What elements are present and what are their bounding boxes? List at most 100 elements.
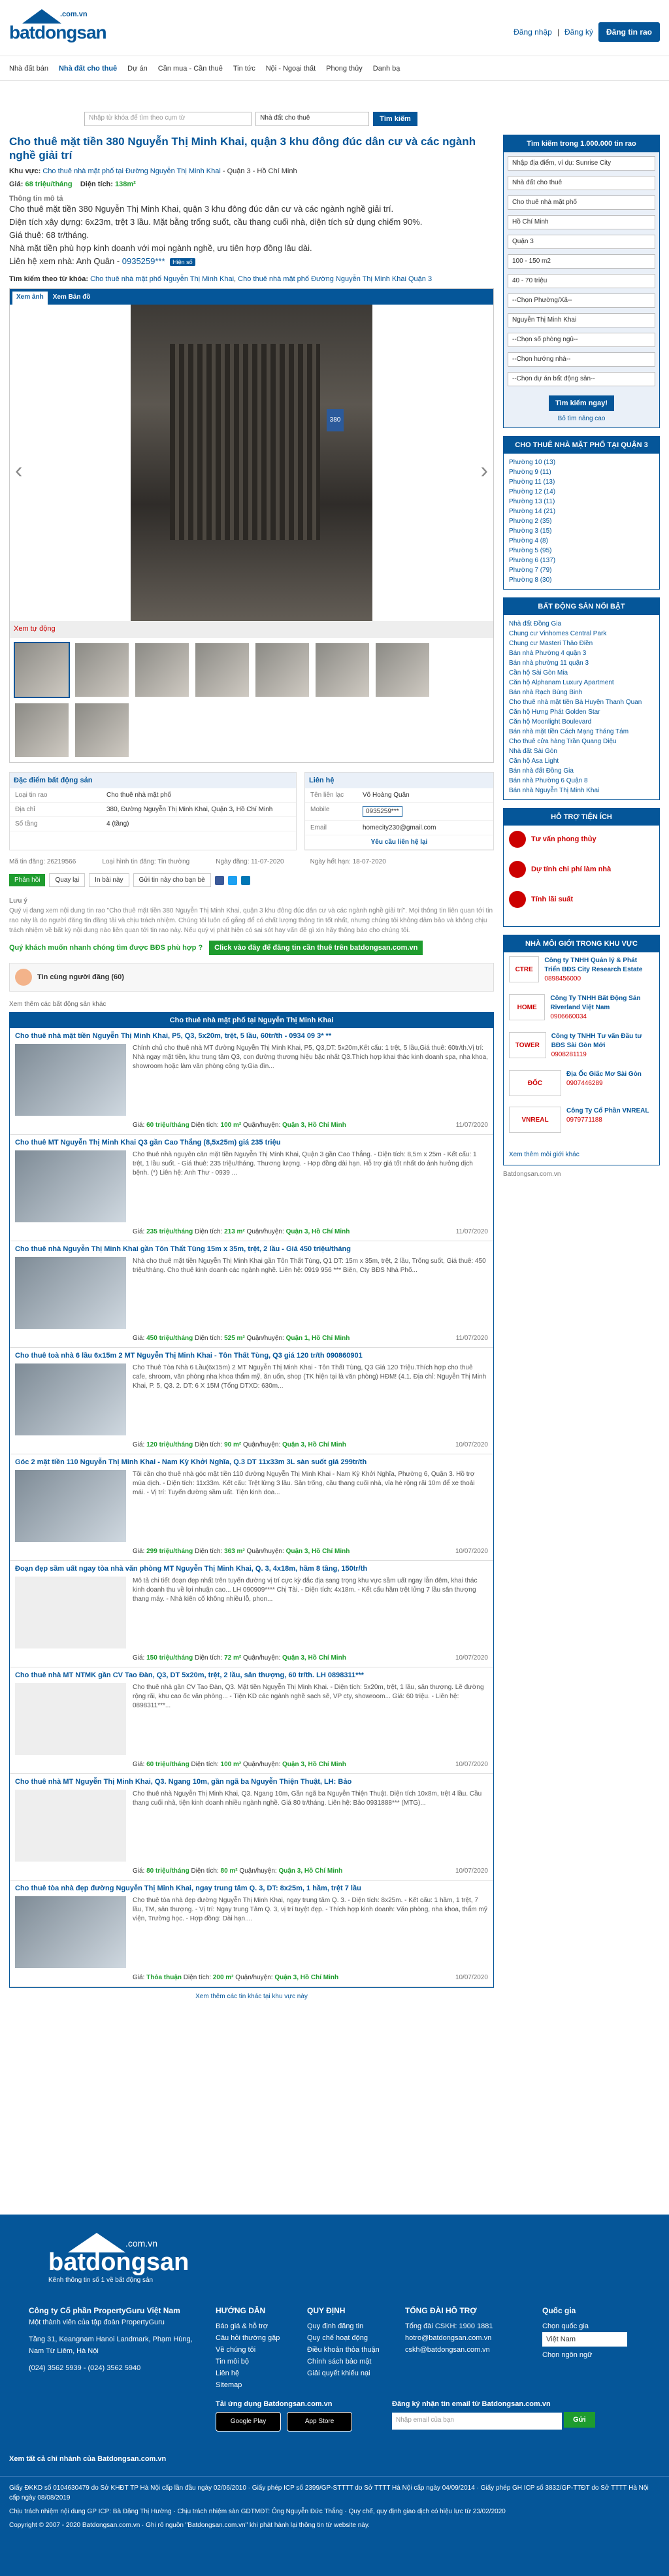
- cost-estimate-link[interactable]: Dự tính chi phí làm nhà: [509, 861, 654, 878]
- ward-link[interactable]: Phường 3 (15): [509, 526, 654, 536]
- thumbnail[interactable]: [74, 702, 130, 758]
- ward-link[interactable]: Phường 6 (137): [509, 556, 654, 565]
- featured-link[interactable]: Bán nhà Phường 4 quận 3: [509, 648, 654, 658]
- rules-link[interactable]: Chính sách bảo mật: [307, 2356, 380, 2367]
- nav-item[interactable]: Nhà đất bán: [9, 65, 48, 73]
- contact-value[interactable]: homecity230@gmail.com: [363, 824, 436, 831]
- listing-item-title[interactable]: Cho thuê nhà MT Nguyễn Thị Minh Khai, Q3…: [15, 1778, 488, 1786]
- hotline-phone[interactable]: Tổng đài CSKH: 1900 1881: [405, 2320, 493, 2332]
- main-photo[interactable]: 380: [131, 305, 372, 638]
- keyword-link[interactable]: Cho thuê nhà mặt phố Đường Nguyễn Thị Mi…: [238, 275, 432, 283]
- ward-link[interactable]: Phường 7 (79): [509, 565, 654, 575]
- nav-item[interactable]: Cần mua - Cần thuê: [158, 65, 223, 73]
- listing-item[interactable]: Cho thuê toà nhà 6 lầu 6x15m 2 MT Nguyễn…: [10, 1348, 493, 1454]
- listing-item-photo[interactable]: [15, 1044, 126, 1116]
- guide-link[interactable]: Liên hệ: [216, 2367, 280, 2379]
- listing-item-title[interactable]: Cho thuê toà nhà 6 lầu 6x15m 2 MT Nguyễn…: [15, 1352, 488, 1360]
- contact-value[interactable]: 0935259***: [363, 806, 402, 817]
- ward-link[interactable]: Phường 2 (35): [509, 516, 654, 526]
- callback-link[interactable]: Yêu cầu liên hệ lại: [305, 835, 493, 850]
- listing-item[interactable]: Cho thuê MT Nguyễn Thị Minh Khai Q3 gần …: [10, 1135, 493, 1241]
- show-phone-button[interactable]: Hiện số: [170, 258, 195, 266]
- language-label[interactable]: Chọn ngôn ngữ: [542, 2349, 627, 2361]
- facebook-icon[interactable]: [214, 875, 224, 885]
- featured-link[interactable]: Căn hộ Asa Light: [509, 756, 654, 766]
- type-select[interactable]: Nhà đất cho thuê: [255, 112, 370, 126]
- ward-link[interactable]: Phường 5 (95): [509, 546, 654, 556]
- sidebar-select[interactable]: Hồ Chí Minh: [508, 215, 655, 229]
- featured-link[interactable]: Bán nhà phường 11 quận 3: [509, 658, 654, 668]
- sidebar-select[interactable]: --Chọn số phòng ngủ--: [508, 333, 655, 347]
- listing-item-title[interactable]: Cho thuê tòa nhà đẹp đường Nguyễn Thị Mi…: [15, 1884, 488, 1892]
- google-play-button[interactable]: Google Play: [216, 2412, 281, 2432]
- broker-row[interactable]: HOME Công Ty TNHH Bất Động Sản Riverland …: [509, 994, 654, 1022]
- area-link[interactable]: Cho thuê nhà mặt phố tại Đường Nguyễn Th…: [42, 167, 220, 175]
- featured-link[interactable]: Bán nhà Nguyễn Thị Minh Khai: [509, 786, 654, 795]
- sidebar-select[interactable]: 40 - 70 triệu: [508, 274, 655, 288]
- broker-name[interactable]: Công Ty TNHH Bất Động Sản Riverland Việt…: [550, 994, 654, 1012]
- thumbnail[interactable]: [194, 642, 250, 698]
- country-select[interactable]: Việt Nam: [542, 2332, 627, 2347]
- broker-name[interactable]: Địa Ốc Giấc Mơ Sài Gòn: [566, 1070, 642, 1079]
- ward-link[interactable]: Phường 11 (13): [509, 477, 654, 487]
- listing-item[interactable]: Cho thuê nhà mặt tiền Nguyễn Thị Minh Kh…: [10, 1028, 493, 1135]
- sidebar-select[interactable]: Quận 3: [508, 235, 655, 249]
- featured-link[interactable]: Căn hộ Alphanam Luxury Apartment: [509, 678, 654, 688]
- share-icon[interactable]: [240, 875, 250, 885]
- rules-link[interactable]: Điều khoản thỏa thuận: [307, 2344, 380, 2356]
- featured-link[interactable]: Bán nhà đất Đồng Gia: [509, 766, 654, 776]
- cskh-email[interactable]: cskh@batdongsan.com.vn: [405, 2344, 493, 2356]
- listing-item[interactable]: Góc 2 mặt tiền 110 Nguyễn Thị Minh Khai …: [10, 1454, 493, 1561]
- thumbnail[interactable]: [14, 702, 70, 758]
- site-logo[interactable]: .com.vn batdongsan: [9, 9, 107, 46]
- more-brokers-link[interactable]: Xem thêm môi giới khác: [504, 1151, 659, 1165]
- listing-item-title[interactable]: Góc 2 mặt tiền 110 Nguyễn Thị Minh Khai …: [15, 1458, 488, 1466]
- ward-link[interactable]: Phường 14 (21): [509, 507, 654, 516]
- featured-link[interactable]: Nhà đất Sài Gòn: [509, 746, 654, 756]
- listing-item-photo[interactable]: [15, 1790, 126, 1862]
- interest-link[interactable]: Tính lãi suất: [509, 891, 654, 908]
- ward-link[interactable]: Phường 8 (30): [509, 575, 654, 585]
- guide-link[interactable]: Báo giá & hỗ trợ: [216, 2320, 280, 2332]
- tab-map[interactable]: Xem Bản đồ: [49, 292, 95, 305]
- listing-item[interactable]: Cho thuê nhà MT NTMK gần CV Tao Đàn, Q3,…: [10, 1667, 493, 1774]
- back-button[interactable]: Quay lại: [49, 873, 86, 887]
- sidebar-select[interactable]: --Chọn dự án bất động sản--: [508, 372, 655, 386]
- autoplay-link[interactable]: Xem tự động: [10, 621, 493, 638]
- broker-row[interactable]: ĐỐC Địa Ốc Giấc Mơ Sài Gòn 0907446289: [509, 1070, 654, 1096]
- sidebar-search-button[interactable]: Tìm kiếm ngay!: [549, 395, 614, 411]
- hotline-email[interactable]: hotro@batdongsan.com.vn: [405, 2332, 493, 2344]
- branches-link[interactable]: Xem tất cả chi nhánh của Batdongsan.com.…: [9, 2455, 166, 2463]
- featured-link[interactable]: Bán nhà Phường 6 Quận 8: [509, 776, 654, 786]
- listing-item-title[interactable]: Đoạn đẹp sầm uất ngay tòa nhà văn phòng …: [15, 1565, 488, 1573]
- guide-link[interactable]: Câu hỏi thường gặp: [216, 2332, 280, 2344]
- search-button[interactable]: Tìm kiếm: [373, 112, 417, 126]
- sidebar-select[interactable]: Nhập địa điểm, ví dụ: Sunrise City: [508, 156, 655, 171]
- listing-item[interactable]: Cho thuê nhà Nguyễn Thị Minh Khai gần Tô…: [10, 1241, 493, 1348]
- broker-row[interactable]: TOWER Công ty TNHH Tư vấn Đầu tư BĐS Sài …: [509, 1032, 654, 1060]
- nav-item[interactable]: Tin tức: [233, 65, 255, 73]
- thumbnail[interactable]: [134, 642, 190, 698]
- thumbnail[interactable]: [374, 642, 431, 698]
- listing-item-photo[interactable]: [15, 1896, 126, 1968]
- see-more-link[interactable]: Xem thêm các tin khác tại khu vực này: [9, 1988, 494, 2005]
- sidebar-select[interactable]: Cho thuê nhà mặt phố: [508, 195, 655, 210]
- keyword-input[interactable]: Nhập từ khóa để tìm theo cụm từ: [84, 112, 252, 126]
- listing-item-photo[interactable]: [15, 1257, 126, 1329]
- prev-arrow-icon[interactable]: ‹: [15, 458, 22, 484]
- share-friend-button[interactable]: Gửi tin này cho bạn bè: [133, 873, 211, 887]
- featured-link[interactable]: Căn hộ Moonlight Boulevard: [509, 717, 654, 727]
- next-arrow-icon[interactable]: ›: [481, 458, 488, 484]
- tab-photos[interactable]: Xem ảnh: [12, 292, 48, 305]
- featured-link[interactable]: Bán nhà Rạch Bùng Binh: [509, 688, 654, 697]
- featured-link[interactable]: Cho thuê nhà mặt tiền Bà Huyện Thanh Qua…: [509, 697, 654, 707]
- nav-item[interactable]: Dự án: [127, 65, 148, 73]
- thumbnail[interactable]: [74, 642, 130, 698]
- featured-link[interactable]: Chung cư Masteri Thảo Điền: [509, 639, 654, 648]
- listing-item-title[interactable]: Cho thuê MT Nguyễn Thị Minh Khai Q3 gần …: [15, 1139, 488, 1146]
- ward-link[interactable]: Phường 4 (8): [509, 536, 654, 546]
- guide-link[interactable]: Về chúng tôi: [216, 2344, 280, 2356]
- featured-link[interactable]: Bán nhà mặt tiền Cách Mạng Tháng Tám: [509, 727, 654, 737]
- feedback-button[interactable]: Phản hồi: [9, 874, 46, 886]
- nav-item[interactable]: Nội - Ngoại thất: [266, 65, 316, 73]
